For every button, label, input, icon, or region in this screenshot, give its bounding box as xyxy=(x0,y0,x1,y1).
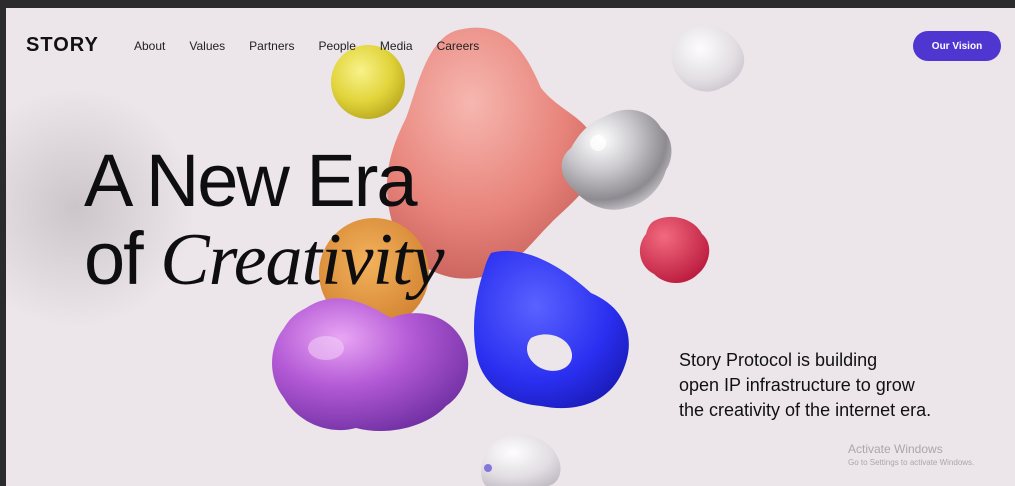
nav-item-careers[interactable]: Careers xyxy=(437,39,480,53)
description-line-1: Story Protocol is building xyxy=(679,350,878,370)
hero-line-1: A New Era xyxy=(84,139,418,222)
our-vision-button[interactable]: Our Vision xyxy=(913,31,1001,61)
watermark-subtitle: Go to Settings to activate Windows. xyxy=(848,458,975,467)
main-nav: About Values Partners People Media Caree… xyxy=(134,39,503,53)
glass-blob-top xyxy=(671,24,745,92)
hero-line-2-italic: Creativity xyxy=(160,219,444,301)
nav-item-about[interactable]: About xyxy=(134,39,165,53)
landing-page: STORY About Values Partners People Media… xyxy=(6,8,1015,486)
red-blob xyxy=(639,216,710,283)
nav-item-partners[interactable]: Partners xyxy=(249,39,294,53)
hero-description: Story Protocol is building open IP infra… xyxy=(679,348,979,423)
yellow-blob xyxy=(331,45,405,119)
nav-item-media[interactable]: Media xyxy=(380,39,413,53)
glass-blob-bottom xyxy=(481,434,561,486)
hero-headline: A New Era of Creativity xyxy=(84,139,444,301)
description-line-2: open IP infrastructure to grow xyxy=(679,375,915,395)
nav-item-people[interactable]: People xyxy=(319,39,356,53)
windows-activation-watermark: Activate Windows Go to Settings to activ… xyxy=(848,442,974,467)
nav-item-values[interactable]: Values xyxy=(189,39,225,53)
hero-line-2-plain: of xyxy=(84,217,161,300)
brand-logo[interactable]: STORY xyxy=(26,34,99,57)
purple-blob xyxy=(272,298,469,432)
watermark-title: Activate Windows xyxy=(848,442,943,456)
blue-blob xyxy=(473,250,629,409)
description-line-3: the creativity of the internet era. xyxy=(679,400,932,420)
